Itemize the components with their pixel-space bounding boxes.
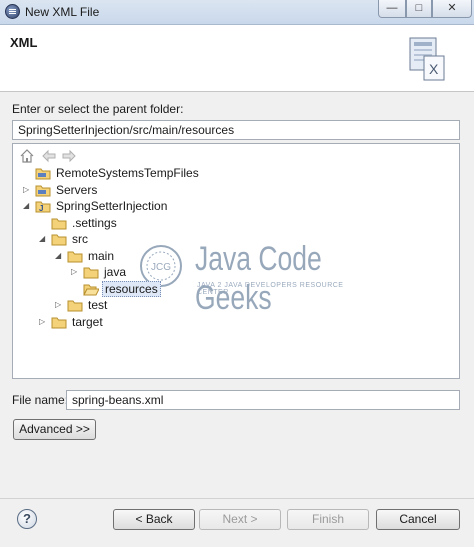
back-button[interactable]: < Back [113,509,195,530]
svg-text:JCG: JCG [151,262,171,273]
close-button[interactable]: ✕ [432,0,472,18]
folder-tree[interactable]: JCG Java Code Geeks JAVA 2 JAVA DEVELOPE… [12,143,460,379]
tree-item-label: test [88,298,108,312]
folder-icon [51,317,67,328]
file-name-input[interactable]: spring-beans.xml [66,390,460,410]
finish-button[interactable]: Finish [287,509,369,530]
eclipse-icon [5,4,20,19]
expander-arrow-icon[interactable]: ▷ [39,314,49,330]
folder-icon [51,218,67,229]
separator [0,498,474,499]
parent-folder-input[interactable]: SpringSetterInjection/src/main/resources [12,120,460,140]
help-icon[interactable]: ? [17,509,37,529]
tree-item-label: target [72,314,103,329]
file-name-label: File name: [12,393,69,407]
tree-item-label: .settings [72,215,117,230]
expander-arrow-icon[interactable]: ▷ [55,297,65,313]
watermark-title: Java Code Geeks [195,240,322,317]
wizard-header: XML X [0,25,474,92]
open-folder-icon [83,284,99,295]
tree-item-label: main [88,248,115,263]
project-folder-icon [35,168,51,180]
folder-icon [51,234,67,246]
advanced-button[interactable]: Advanced >> [13,419,96,440]
svg-text:J: J [39,204,43,213]
tree-item-label: Servers [56,182,98,197]
java-project-icon: J [35,201,51,213]
watermark: JCG Java Code Geeks JAVA 2 JAVA DEVELOPE… [133,238,373,317]
project-folder-icon [35,185,51,196]
tree-item-label: resources [102,280,161,297]
forward-arrow-icon[interactable] [61,148,77,164]
folder-icon [67,251,83,262]
next-button[interactable]: Next > [199,509,281,530]
wizard-title: XML [10,35,38,50]
watermark-subtitle: JAVA 2 JAVA DEVELOPERS RESOURCE CENTER [197,282,344,296]
expander-arrow-icon[interactable]: ◢ [55,248,65,264]
expander-arrow-icon[interactable]: ▷ [23,182,33,198]
maximize-button[interactable]: □ [406,0,432,18]
tree-item-label: java [104,265,127,279]
expander-arrow-icon[interactable]: ◢ [39,231,49,247]
folder-icon [67,300,83,312]
window-title: New XML File [25,5,100,19]
xml-file-icon: X [409,37,445,81]
tree-item-label: RemoteSystemsTempFiles [56,166,199,180]
tree-item-label: src [72,232,88,246]
svg-text:X: X [429,61,439,77]
folder-icon [83,267,99,279]
parent-folder-label: Enter or select the parent folder: [12,102,184,116]
title-bar: New XML File — □ ✕ [0,0,474,25]
expander-arrow-icon[interactable]: ▷ [71,264,81,280]
back-arrow-icon[interactable] [41,148,57,164]
cancel-button[interactable]: Cancel [376,509,460,530]
minimize-button[interactable]: — [378,0,406,18]
expander-arrow-icon[interactable]: ◢ [23,198,33,214]
home-icon[interactable] [19,148,35,164]
tree-item-label: SpringSetterInjection [56,199,168,213]
